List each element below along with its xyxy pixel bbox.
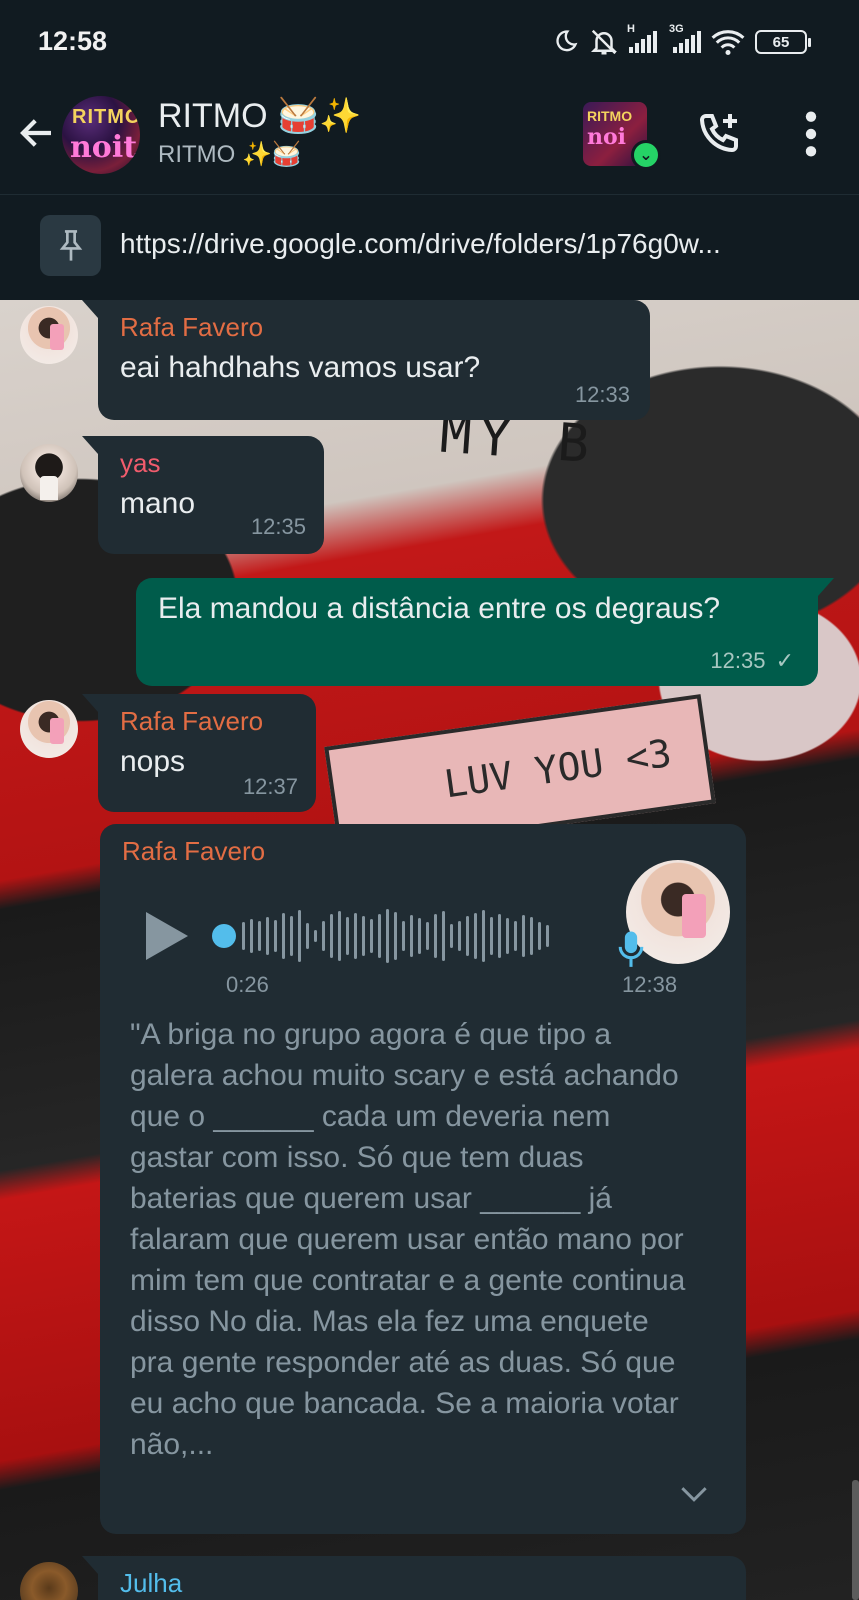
expand-chevron-icon[interactable] <box>680 1484 708 1504</box>
avatar[interactable] <box>20 444 78 502</box>
message-time: 12:37 <box>242 774 298 799</box>
voice-transcript: "A briga no grupo agora é que tipo a gal… <box>130 1018 686 1461</box>
message-bubble[interactable]: yas mano 12:35 <box>82 436 324 554</box>
microphone-icon <box>618 931 644 967</box>
message-time: 12:35 <box>250 514 306 539</box>
ongoing-call-avatar[interactable]: RITMO noi ⌄ <box>583 102 661 170</box>
voice-message-bubble[interactable]: Rafa Favero 0:26 12:38 "A briga no grupo… <box>100 824 746 1534</box>
muted-bell-icon <box>590 29 618 55</box>
back-arrow-icon[interactable] <box>16 112 58 154</box>
avatar[interactable] <box>20 1562 78 1600</box>
message-bubble[interactable]: Julha <box>82 1556 746 1600</box>
group-avatar[interactable]: RITMO noite <box>62 96 140 174</box>
group-name[interactable]: RITMO 🥁✨ <box>158 96 362 136</box>
voice-duration: 0:26 <box>226 972 269 997</box>
signal-icon-2: 3G <box>669 23 701 53</box>
message-text: Ela mandou a distância entre os degraus? <box>158 592 721 625</box>
sender-name[interactable]: Julha <box>120 1568 726 1599</box>
sender-name[interactable]: Rafa Favero <box>122 836 265 867</box>
sender-name[interactable]: Rafa Favero <box>120 706 296 737</box>
message-text: eai hahdhahs vamos usar? <box>120 351 481 384</box>
avatar[interactable] <box>20 306 78 364</box>
message-time: 12:33 <box>574 382 630 407</box>
sender-name[interactable]: yas <box>120 448 304 479</box>
sender-name[interactable]: Rafa Favero <box>120 312 630 343</box>
message-time: 12:35 ✓ <box>710 648 794 673</box>
chevron-down-icon: ⌄ <box>631 140 661 170</box>
avatar[interactable] <box>20 700 78 758</box>
message-bubble-outgoing[interactable]: Ela mandou a distância entre os degraus?… <box>136 578 834 686</box>
message-bubble[interactable]: Rafa Favero nops 12:37 <box>82 694 316 812</box>
single-check-icon: ✓ <box>775 648 794 673</box>
add-call-icon[interactable] <box>696 110 744 158</box>
group-subtitle[interactable]: RITMO ✨🥁 <box>158 140 302 169</box>
message-time: 12:38 <box>622 972 678 997</box>
pinned-message-bar[interactable]: https://drive.google.com/drive/folders/1… <box>0 194 859 300</box>
clock: 12:58 <box>38 26 108 56</box>
signal-icon-1: H <box>627 23 657 53</box>
play-icon[interactable] <box>146 912 188 960</box>
voice-waveform[interactable] <box>242 902 682 970</box>
chat-area[interactable]: MY B LUV YOU <3 Rafa Favero eai hahdhahs… <box>0 300 859 1600</box>
message-bubble[interactable]: Rafa Favero eai hahdhahs vamos usar? 12:… <box>82 300 650 420</box>
chat-header: RITMO noite RITMO 🥁✨ RITMO ✨🥁 RITMO noi … <box>0 84 859 194</box>
status-bar: 12:58 H 3G 65 <box>0 0 859 84</box>
status-icons: H 3G 65 <box>551 22 811 62</box>
pinned-link[interactable]: https://drive.google.com/drive/folders/1… <box>120 228 840 260</box>
scrollbar-thumb[interactable] <box>852 1480 859 1600</box>
more-options-icon[interactable] <box>796 108 826 160</box>
moon-icon <box>556 30 578 52</box>
playback-position-dot[interactable] <box>212 924 236 948</box>
wifi-icon <box>711 30 745 56</box>
pin-icon <box>40 215 101 276</box>
battery-icon: 65 <box>755 30 811 54</box>
